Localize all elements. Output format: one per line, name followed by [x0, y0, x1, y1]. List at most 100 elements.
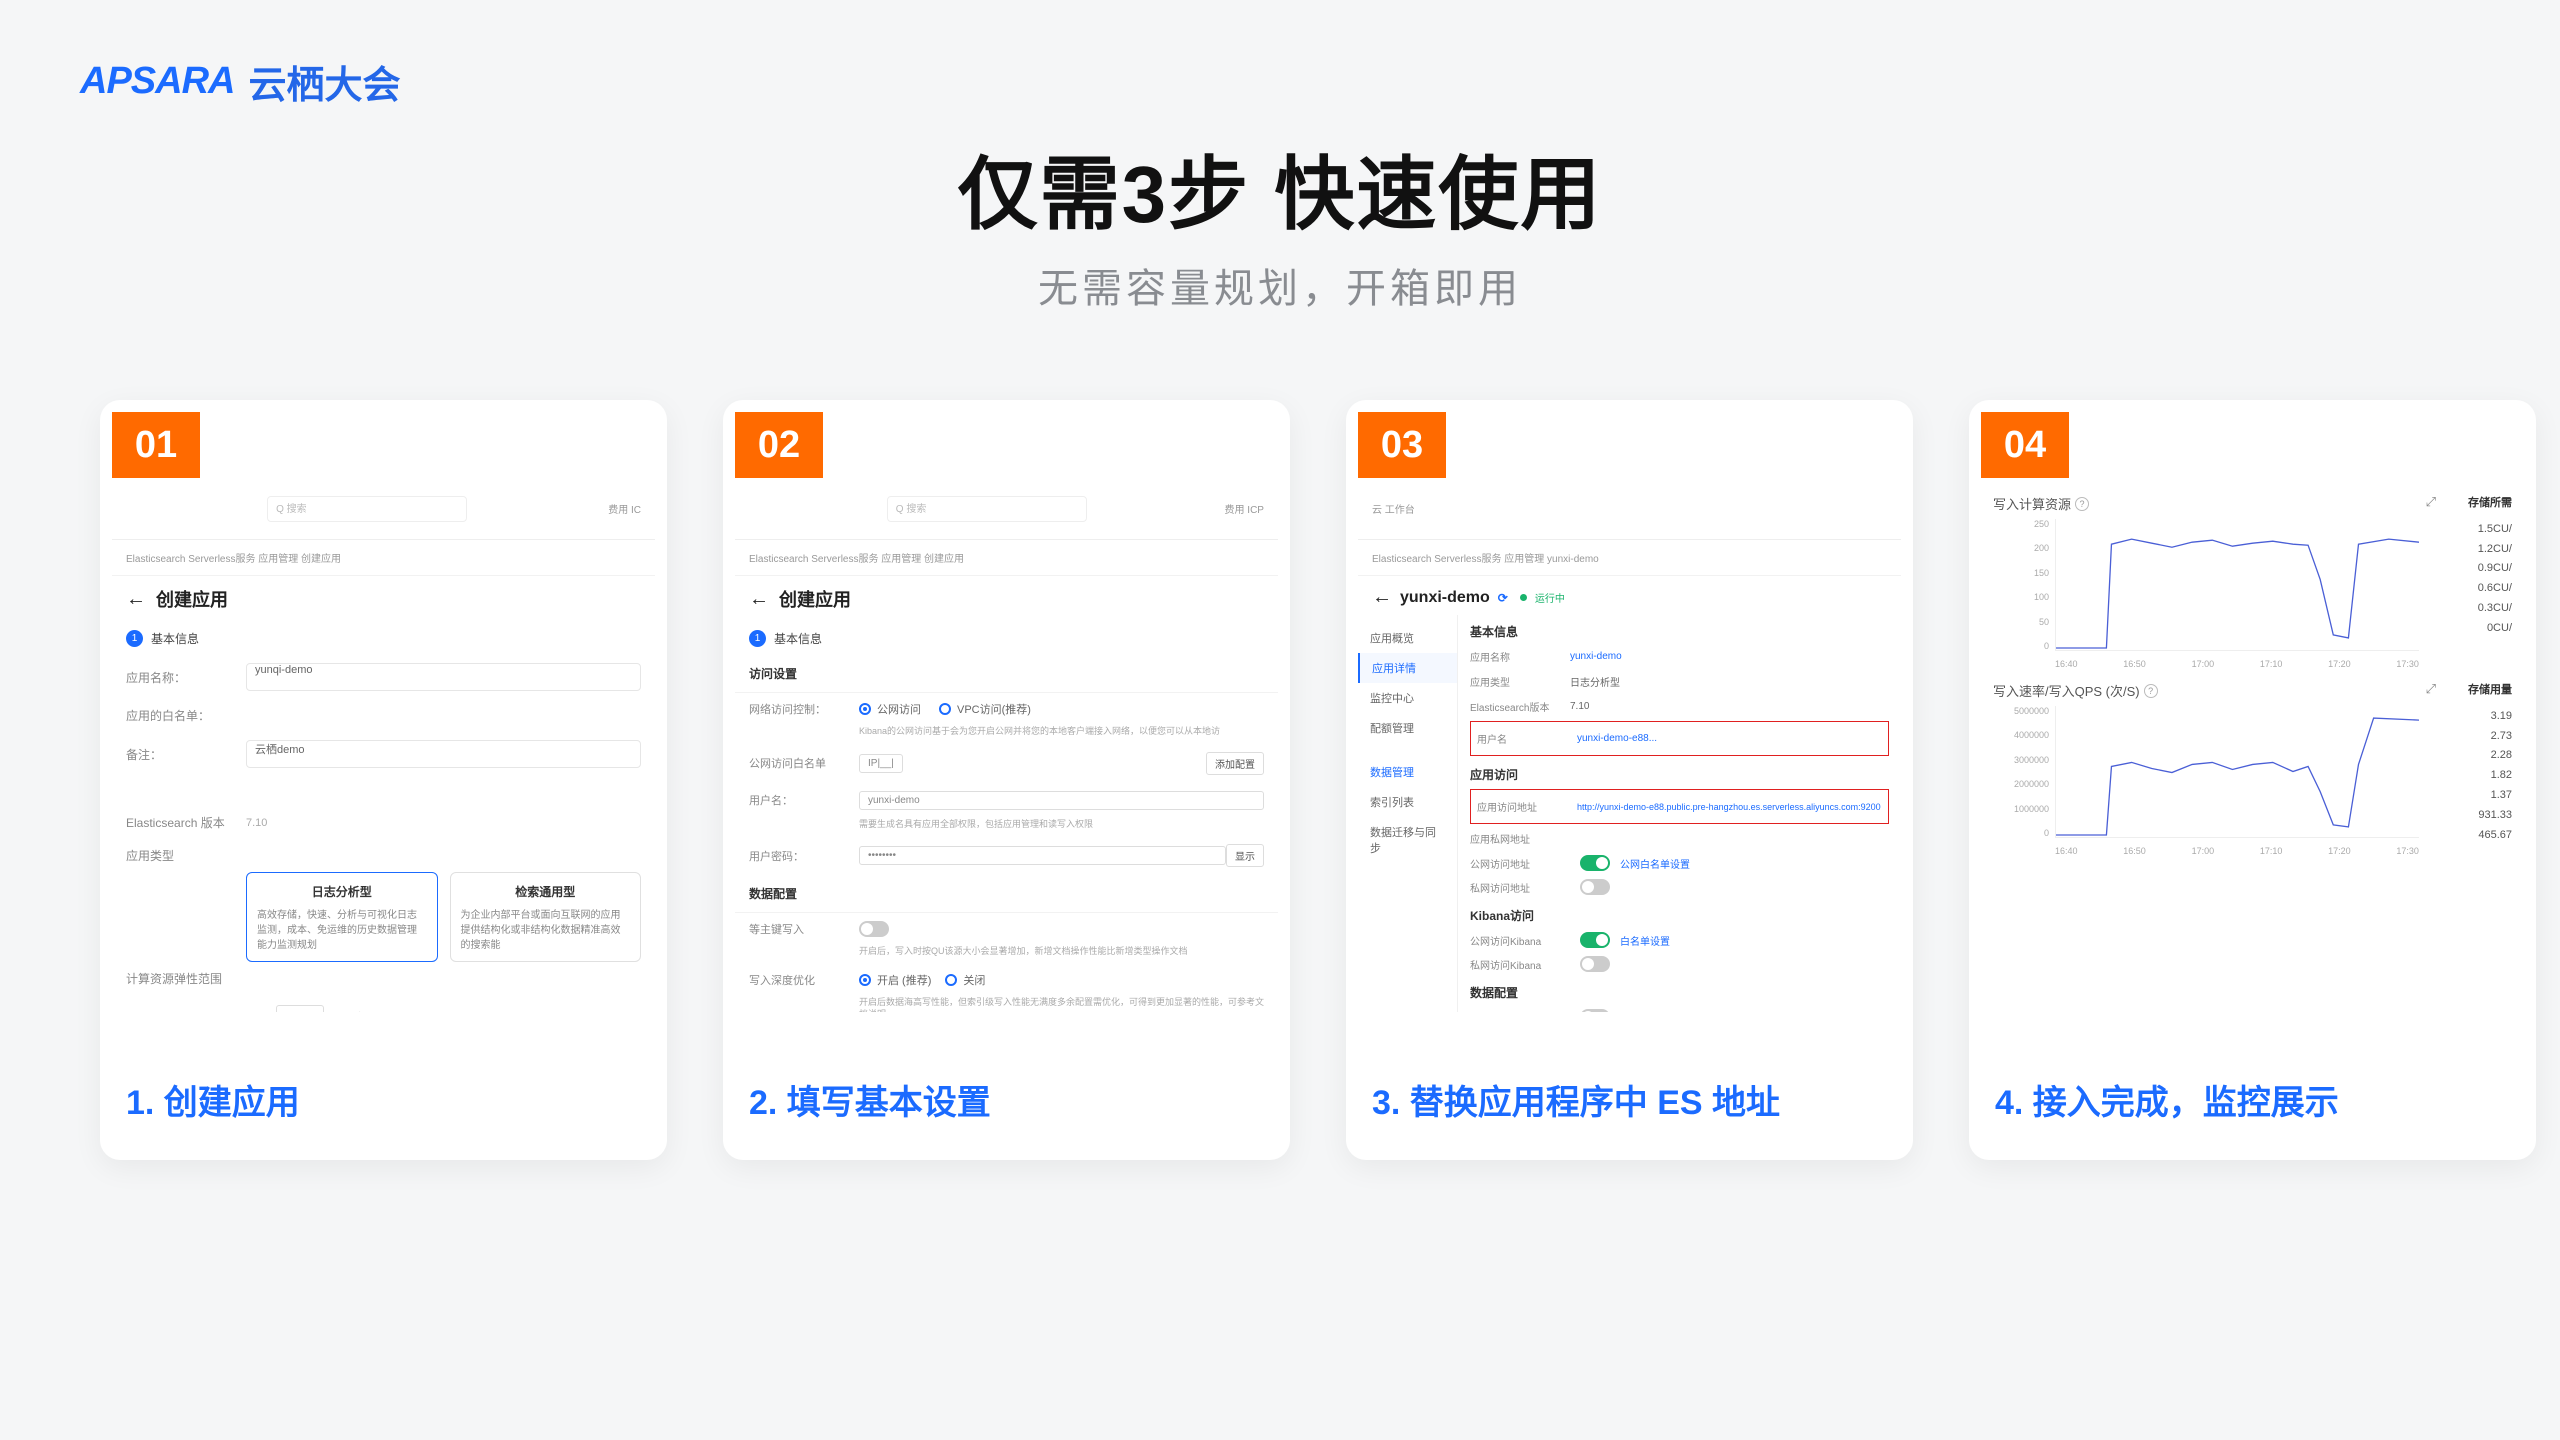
sidebar-item-detail[interactable]: 应用详情 [1358, 653, 1457, 683]
status-text: 运行中 [1535, 590, 1565, 605]
chart-qps-xaxis: 16:4016:5017:00 17:1017:2017:30 [2055, 846, 2419, 856]
topbar: 云 工作台 [1372, 501, 1415, 516]
username-input[interactable]: yunxi-demo [859, 791, 1264, 810]
step-name: 基本信息 [774, 630, 822, 647]
step-cards: 01 Q 搜索 费用 IC Elasticsearch Serverless服务… [100, 400, 2536, 1160]
app-type-label: 应用类型 [126, 847, 246, 864]
endpoint-highlight-box: 应用访问地址http://yunxi-demo-e88.public.pre-h… [1470, 789, 1889, 824]
page-title: 仅需3步 快速使用 [958, 130, 1603, 246]
step-number-icon: 1 [749, 630, 766, 647]
access-settings-heading: 访问设置 [735, 655, 1278, 693]
password-label: 用户密码： [749, 848, 859, 864]
app-heading: yunxi-demo [1400, 589, 1490, 607]
chart-qps-line [2056, 706, 2419, 837]
depth-note: 开启后数据海高写性能，但索引级写入性能无满度多余配置需优化，可得到更加显著的性能… [735, 996, 1278, 1012]
top-right-links[interactable]: 费用 ICP [1225, 501, 1264, 516]
expand-icon[interactable]: ⤢ [2426, 494, 2436, 510]
version-label: Elasticsearch 版本 [126, 814, 246, 831]
chart-cu-panel: 写入计算资源? ⤢ 存储所需 1.5CU/1.2CU/0.9CU/ 0.6CU/… [1993, 494, 2512, 669]
network-label: 网络访问控制： [749, 701, 859, 717]
side-nav: 应用概览 应用详情 监控中心 配额管理 数据管理 索引列表 数据迁移与同步 [1358, 615, 1458, 1012]
radio-depth-off[interactable] [945, 974, 957, 986]
breadcrumb: Elasticsearch Serverless服务 应用管理 创建应用 [112, 540, 655, 576]
dedup-note: 开启后，写入时按QU该源大小会显著增加，新增文档操作性能比新增类型操作文档 [735, 945, 1278, 964]
card-step-1: 01 Q 搜索 费用 IC Elasticsearch Serverless服务… [100, 400, 667, 1160]
back-arrow-icon[interactable]: ← [1372, 586, 1392, 609]
dedup-toggle[interactable] [1580, 1009, 1610, 1012]
private-access-toggle[interactable] [1580, 879, 1610, 895]
show-password-button[interactable]: 显示 [1226, 844, 1264, 867]
help-icon[interactable]: ? [2075, 497, 2089, 511]
radio-public[interactable] [859, 703, 871, 715]
username-highlight-box: 用户名yunxi-demo-e88... [1470, 721, 1889, 756]
chart-cu-line [2056, 519, 2419, 650]
top-right-links[interactable]: 费用 IC [608, 501, 641, 516]
sidebar-item-quota[interactable]: 配额管理 [1358, 713, 1457, 743]
app-type-search[interactable]: 检索通用型 为企业内部平台或面向互联网的应用提供结构化或非结构化数据精准高效的搜… [450, 872, 642, 962]
screenshot-1: Q 搜索 费用 IC Elasticsearch Serverless服务 应用… [112, 412, 655, 1012]
dedup-label: 等主键写入 [749, 921, 859, 937]
whitelist-label: 公网访问白名单 [749, 755, 859, 771]
sidebar-item-migrate[interactable]: 数据迁移与同步 [1358, 817, 1457, 863]
es-endpoint-url[interactable]: http://yunxi-demo-e88.public.pre-hangzho… [1577, 802, 1881, 812]
sidebar-item-index[interactable]: 索引列表 [1358, 787, 1457, 817]
brand-logo: APSARA 云栖大会 [80, 54, 400, 109]
status-dot-icon [1520, 594, 1527, 601]
app-name-input[interactable]: yunqi-demo [246, 663, 641, 691]
search-input[interactable]: Q 搜索 [267, 496, 467, 522]
screenshot-2: Q 搜索 费用 ICP Elasticsearch Serverless服务 应… [735, 412, 1278, 1012]
right-column-2: 存储用量 3.192.732.28 1.821.37931.33465.67 [2446, 681, 2512, 845]
app-name-value[interactable]: yunxi-demo [1570, 651, 1622, 662]
step-2-label: 2. 填写基本设置 [749, 1075, 991, 1124]
data-config-heading: 数据配置 [1470, 976, 1889, 1005]
step-4-label: 4. 接入完成，监控展示 [1995, 1075, 2339, 1124]
step-number-icon: 1 [126, 630, 143, 647]
badge-04: 04 [1981, 412, 2069, 478]
chart-cu-xaxis: 16:4016:5017:00 17:1017:2017:30 [2055, 659, 2419, 669]
kibana-whitelist-link[interactable]: 白名单设置 [1620, 933, 1670, 948]
sidebar-item-overview[interactable]: 应用概览 [1358, 623, 1457, 653]
sidebar-group-data[interactable]: 数据管理 [1358, 757, 1457, 787]
chart-qps-title: 写入速率/写入QPS (次/S) [1993, 681, 2140, 700]
app-access-heading: 应用访问 [1470, 758, 1889, 787]
password-input[interactable]: •••••••• [859, 846, 1226, 865]
refresh-icon[interactable]: ⟳ [1498, 591, 1508, 605]
screenshot-3: 云 工作台 Elasticsearch Serverless服务 应用管理 yu… [1358, 412, 1901, 1012]
card-step-4: 04 写入计算资源? ⤢ 存储所需 1.5CU/1.2CU/0.9CU/ 0.6… [1969, 400, 2536, 1160]
username-value[interactable]: yunxi-demo-e88... [1577, 733, 1657, 744]
back-arrow-icon[interactable]: ← [749, 588, 769, 611]
search-input[interactable]: Q 搜索 [887, 496, 1087, 522]
sidebar-item-monitor[interactable]: 监控中心 [1358, 683, 1457, 713]
form-heading: 创建应用 [779, 586, 851, 612]
cu-label: 计算资源弹性范围 [126, 970, 246, 987]
alias-label: 应用的白名单： [126, 707, 246, 724]
expand-icon[interactable]: ⤢ [2426, 681, 2436, 697]
version-value: 7.10 [246, 817, 267, 829]
radio-depth-on[interactable] [859, 974, 871, 986]
whitelist-link[interactable]: 公网白名单设置 [1620, 856, 1690, 871]
brand-cn: 云栖大会 [248, 54, 400, 109]
basic-info-heading: 基本信息 [1470, 615, 1889, 644]
public-access-toggle[interactable] [1580, 855, 1610, 871]
chart-qps-panel: 写入速率/写入QPS (次/S)? ⤢ 存储用量 3.192.732.28 1.… [1993, 681, 2512, 856]
whitelist-chip[interactable]: IP|__| [859, 754, 903, 773]
radio-vpc[interactable] [939, 703, 951, 715]
depth-label: 写入深度优化 [749, 972, 859, 988]
remark-input[interactable]: 云栖demo [246, 740, 641, 768]
right-column-1: 存储所需 1.5CU/1.2CU/0.9CU/ 0.6CU/0.3CU/0CU/ [2446, 494, 2512, 639]
dedup-toggle[interactable] [859, 921, 889, 937]
brand-mark: APSARA [80, 60, 234, 103]
kibana-public-toggle[interactable] [1580, 932, 1610, 948]
help-icon[interactable]: ? [2144, 684, 2158, 698]
card-step-3: 03 云 工作台 Elasticsearch Serverless服务 应用管理… [1346, 400, 1913, 1160]
step-name: 基本信息 [151, 630, 199, 647]
back-arrow-icon[interactable]: ← [126, 588, 146, 611]
app-type-log[interactable]: 日志分析型 高效存储，快速、分析与可视化日志监测，成本、免运维的历史数据管理能力… [246, 872, 438, 962]
kibana-private-toggle[interactable] [1580, 956, 1610, 972]
add-config-button[interactable]: 添加配置 [1206, 752, 1264, 775]
cu-low-input[interactable] [276, 1005, 324, 1012]
step-3-label: 3. 替换应用程序中 ES 地址 [1372, 1075, 1780, 1124]
form-heading: 创建应用 [156, 586, 228, 612]
card-step-2: 02 Q 搜索 费用 ICP Elasticsearch Serverless服… [723, 400, 1290, 1160]
kibana-heading: Kibana访问 [1470, 899, 1889, 928]
